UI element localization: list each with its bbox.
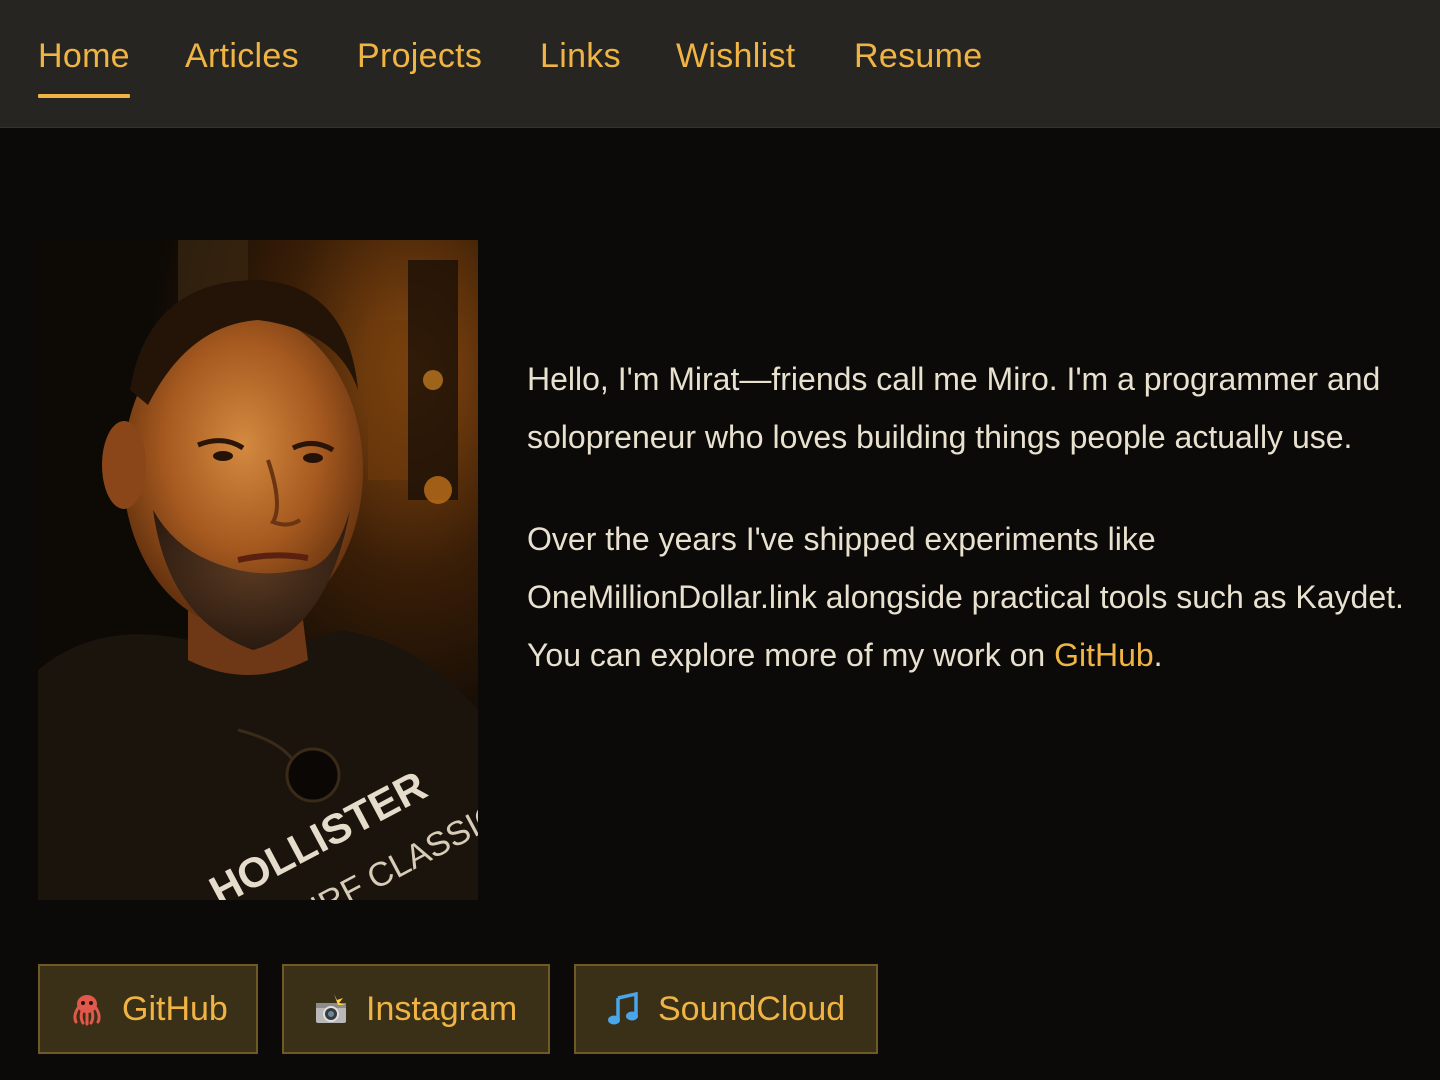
nav-resume[interactable]: Resume xyxy=(854,36,982,76)
top-navigation: Home Articles Projects Links Wishlist Re… xyxy=(0,0,1440,128)
instagram-button[interactable]: Instagram xyxy=(282,964,550,1054)
nav-home[interactable]: Home xyxy=(38,36,130,98)
profile-photo: HOLLISTER SURF CLASSIC xyxy=(38,240,478,900)
bio-paragraph-intro: Hello, I'm Mirat—friends call me Miro. I… xyxy=(527,361,1381,455)
soundcloud-button-label: SoundCloud xyxy=(658,989,846,1028)
bio-paragraph-work: Over the years I've shipped experiments … xyxy=(527,510,1417,684)
octopus-icon xyxy=(70,992,104,1026)
nav-links[interactable]: Links xyxy=(540,36,621,76)
github-inline-link[interactable]: GitHub xyxy=(1054,637,1154,673)
nav-projects[interactable]: Projects xyxy=(357,36,482,76)
camera-flash-icon xyxy=(314,992,348,1026)
github-button-label: GitHub xyxy=(122,989,228,1028)
bio-paragraph-work-end: . xyxy=(1153,637,1163,673)
bio-paragraph-work-text: Over the years I've shipped experiments … xyxy=(527,521,1404,673)
music-note-icon xyxy=(606,991,640,1026)
github-button[interactable]: GitHub xyxy=(38,964,258,1054)
bio-text: Hello, I'm Mirat—friends call me Miro. I… xyxy=(527,350,1417,684)
instagram-button-label: Instagram xyxy=(366,989,518,1028)
nav-wishlist[interactable]: Wishlist xyxy=(676,36,796,76)
nav-articles[interactable]: Articles xyxy=(185,36,299,76)
soundcloud-button[interactable]: SoundCloud xyxy=(574,964,878,1054)
